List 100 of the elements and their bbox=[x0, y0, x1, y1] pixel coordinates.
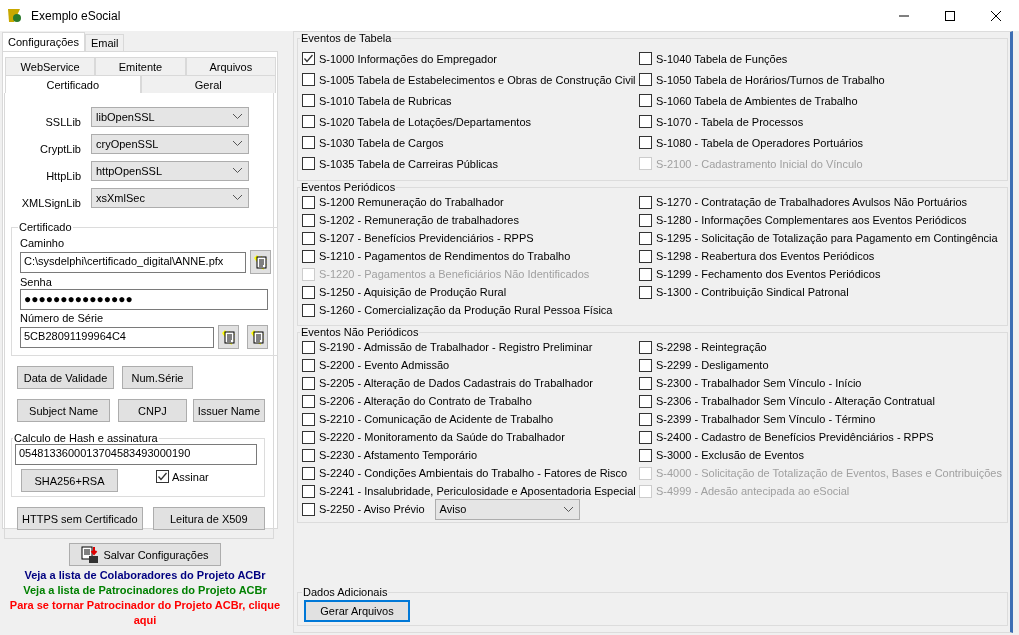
checkbox[interactable] bbox=[302, 376, 315, 390]
checkbox[interactable] bbox=[302, 340, 315, 354]
field-label: SSLLib bbox=[44, 115, 82, 128]
document-icon bbox=[220, 329, 237, 345]
checkbox-label: S-1295 - Solicitação de Totalização para Pagamento em Contingência bbox=[656, 232, 998, 244]
checkbox-label: S-2205 - Alteração de Dados Cadastrais do Trabalhador bbox=[319, 377, 593, 389]
checkbox[interactable] bbox=[639, 340, 652, 354]
checkbox[interactable] bbox=[639, 249, 652, 263]
certificate-details-button[interactable] bbox=[247, 325, 268, 349]
checkbox[interactable] bbox=[302, 195, 315, 209]
checkbox[interactable] bbox=[639, 376, 652, 390]
checkbox[interactable] bbox=[302, 136, 315, 149]
field-label: XMLSignLib bbox=[20, 196, 82, 209]
checkbox[interactable] bbox=[639, 285, 652, 299]
checkbox[interactable] bbox=[302, 412, 315, 426]
link[interactable]: Veja a lista de Patrocinadores do Projeto ACBr bbox=[23, 583, 267, 598]
window-title: Exemplo eSocial bbox=[31, 8, 121, 23]
checkbox-label: S-2230 - Afstamento Temporário bbox=[319, 449, 478, 461]
checkbox[interactable] bbox=[302, 52, 315, 65]
tab[interactable]: WebService bbox=[5, 57, 96, 75]
action-button[interactable]: Num.Série bbox=[122, 366, 193, 389]
action-button[interactable]: Leitura de X509 bbox=[152, 507, 265, 530]
tab[interactable]: Configurações bbox=[2, 32, 85, 51]
checkbox[interactable] bbox=[639, 394, 652, 408]
tab[interactable]: Arquivos bbox=[185, 57, 276, 75]
action-button[interactable]: Subject Name bbox=[17, 399, 111, 422]
maximize-icon bbox=[945, 10, 955, 21]
checkbox[interactable] bbox=[639, 73, 652, 86]
checkbox-label: S-1207 - Benefícios Previdenciários - RPPS bbox=[319, 232, 534, 244]
checkbox[interactable] bbox=[639, 94, 652, 107]
checkbox-label: S-1299 - Fechamento dos Eventos Periódicos bbox=[656, 268, 881, 280]
checkbox-label: S-1030 Tabela de Cargos bbox=[319, 136, 444, 149]
checkbox[interactable] bbox=[302, 394, 315, 408]
checkbox[interactable] bbox=[302, 484, 315, 498]
checkbox[interactable] bbox=[639, 448, 652, 462]
dropdown[interactable]: xsXmlSec bbox=[91, 187, 249, 208]
dropdown[interactable]: libOpenSSL bbox=[91, 106, 249, 127]
checkbox[interactable] bbox=[302, 358, 315, 372]
checkbox[interactable] bbox=[639, 231, 652, 245]
checkbox[interactable] bbox=[302, 249, 315, 263]
dropdown[interactable]: Aviso bbox=[434, 498, 580, 520]
checkbox-label: S-2206 - Alteração do Contrato de Trabalho bbox=[319, 395, 532, 407]
checkbox[interactable] bbox=[639, 52, 652, 65]
tab[interactable]: Geral bbox=[140, 75, 276, 93]
tab[interactable]: Email bbox=[84, 34, 125, 51]
checkbox[interactable] bbox=[639, 430, 652, 444]
checkbox[interactable] bbox=[302, 157, 315, 170]
field-label: Número de Série bbox=[20, 312, 105, 324]
checkbox[interactable] bbox=[302, 73, 315, 86]
checkbox[interactable] bbox=[302, 115, 315, 128]
checkbox[interactable] bbox=[302, 303, 315, 317]
checkbox[interactable] bbox=[156, 470, 169, 483]
checkbox[interactable] bbox=[639, 412, 652, 426]
dropdown[interactable]: httpOpenSSL bbox=[91, 160, 249, 181]
checkbox-label: S-2306 - Trabalhador Sem Vínculo - Alteração Contratual bbox=[656, 395, 935, 407]
dropdown[interactable]: cryOpenSSL bbox=[91, 133, 249, 154]
save-settings-button[interactable]: Salvar Configurações bbox=[69, 543, 221, 566]
checkbox-label: S-1300 - Contribuição Sindical Patronal bbox=[656, 286, 849, 298]
checkbox-label: S-1220 - Pagamentos a Beneficiários Não Identificados bbox=[319, 268, 590, 280]
path-field[interactable]: C:\sysdelphi\certificado_digital\ANNE.pfx bbox=[20, 251, 246, 273]
action-button[interactable]: CNPJ bbox=[118, 399, 187, 422]
field-label: CryptLib bbox=[39, 142, 82, 155]
checkbox[interactable] bbox=[302, 502, 315, 516]
checkbox[interactable] bbox=[639, 115, 652, 128]
checkbox[interactable] bbox=[639, 195, 652, 209]
select-certificate-button[interactable] bbox=[218, 325, 239, 349]
checkbox-label: S-1260 - Comercialização da Produção Rural Pessoa Física bbox=[319, 304, 613, 316]
action-button[interactable]: Issuer Name bbox=[192, 399, 265, 422]
checkbox-label: S-2300 - Trabalhador Sem Vínculo - Início bbox=[656, 377, 862, 389]
action-button[interactable]: Data de Validade bbox=[17, 366, 114, 389]
document-icon bbox=[252, 254, 269, 270]
checkbox[interactable] bbox=[639, 213, 652, 227]
browse-button[interactable] bbox=[250, 250, 271, 274]
checkbox[interactable] bbox=[302, 94, 315, 107]
checkbox-label: S-1202 - Remuneração de trabalhadores bbox=[319, 214, 519, 226]
checkbox[interactable] bbox=[302, 213, 315, 227]
tab[interactable]: Emitente bbox=[95, 57, 186, 75]
checkbox-label: S-1210 - Pagamentos de Rendimentos do Trabalho bbox=[319, 250, 571, 262]
group-title: Dados Adicionais bbox=[302, 586, 389, 598]
checkbox-label: S-2220 - Monitoramento da Saúde do Trabalhador bbox=[319, 431, 565, 443]
serial-number-field[interactable]: 5CB28091199964C4 bbox=[20, 326, 214, 348]
link[interactable]: Para se tornar Patrocinador do Projeto ACBr, clique aqui bbox=[9, 598, 281, 628]
checkbox[interactable] bbox=[302, 430, 315, 444]
checkbox[interactable] bbox=[302, 231, 315, 245]
checkbox[interactable] bbox=[302, 466, 315, 480]
action-button[interactable]: HTTPS sem Certificado bbox=[17, 507, 143, 530]
tab[interactable]: Certificado bbox=[5, 75, 141, 93]
checkbox[interactable] bbox=[639, 358, 652, 372]
hash-input-field[interactable]: 0548133600013704583493000190 bbox=[15, 444, 257, 465]
checkbox[interactable] bbox=[639, 136, 652, 149]
sign-button[interactable]: SHA256+RSA bbox=[21, 469, 118, 492]
app-logo-icon bbox=[6, 6, 24, 25]
close-icon bbox=[991, 10, 1001, 21]
checkbox[interactable] bbox=[639, 267, 652, 281]
checkbox[interactable] bbox=[302, 285, 315, 299]
password-field[interactable]: ●●●●●●●●●●●●●●● bbox=[20, 289, 268, 310]
group-title: Calculo de Hash e assinatura bbox=[13, 432, 159, 444]
link[interactable]: Veja a lista de Colaboradores do Projeto ACBr bbox=[24, 568, 266, 583]
checkbox[interactable] bbox=[302, 448, 315, 462]
generate-files-button[interactable]: Gerar Arquivos bbox=[304, 600, 410, 622]
